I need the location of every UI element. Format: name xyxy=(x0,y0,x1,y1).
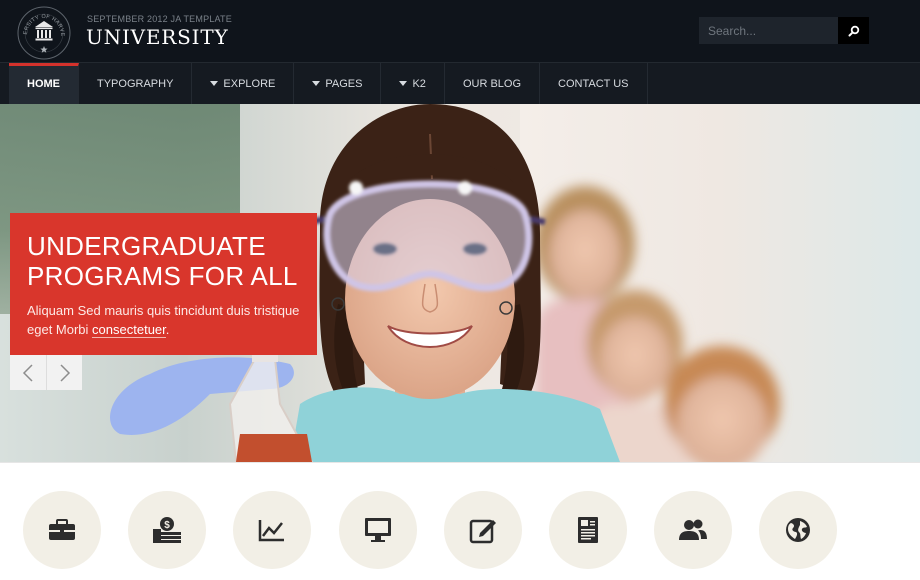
nav-item-explore[interactable]: EXPLORE xyxy=(192,63,295,104)
briefcase-icon xyxy=(49,519,75,540)
feature-chart[interactable] xyxy=(233,491,311,569)
slider-next-button[interactable] xyxy=(46,355,82,390)
hero-slider: UNDERGRADUATE PROGRAMS FOR ALL Aliquam S… xyxy=(0,104,920,462)
nav-label: PAGES xyxy=(325,77,363,90)
feature-monitor[interactable] xyxy=(339,491,417,569)
hero-text: . xyxy=(165,322,170,337)
chevron-left-icon xyxy=(22,363,33,382)
search-input[interactable] xyxy=(699,17,838,44)
nav-item-contact-us[interactable]: CONTACT US xyxy=(540,63,648,104)
hero-caption: UNDERGRADUATE PROGRAMS FOR ALL Aliquam S… xyxy=(10,213,317,355)
nav-label: TYPOGRAPHY xyxy=(97,77,174,90)
document-icon xyxy=(578,517,598,543)
hero-link[interactable]: consectetuer xyxy=(92,322,166,338)
nav-label: OUR BLOG xyxy=(462,77,522,90)
hero-title-line: PROGRAMS FOR ALL xyxy=(27,261,298,291)
hero-description: Aliquam Sed mauris quis tincidunt duis t… xyxy=(27,301,300,339)
feature-document[interactable] xyxy=(549,491,627,569)
edit-icon xyxy=(469,519,496,544)
nav-item-pages[interactable]: PAGES xyxy=(294,63,382,104)
nav-item-typography[interactable]: TYPOGRAPHY xyxy=(79,63,193,104)
nav-label: EXPLORE xyxy=(223,77,276,90)
hero-title-line: UNDERGRADUATE xyxy=(27,231,266,261)
feature-money[interactable]: $ xyxy=(128,491,206,569)
globe-icon xyxy=(786,518,810,542)
site-header: UNIVERSITY OF HARVERDE SEPTEMBER 2012 JA… xyxy=(0,0,920,62)
users-icon xyxy=(679,519,707,540)
safety-goggles xyxy=(309,180,546,292)
nav-item-k2[interactable]: K2 xyxy=(381,63,445,104)
nav-label: CONTACT US xyxy=(558,77,629,90)
feature-briefcase[interactable] xyxy=(23,491,101,569)
caret-down-icon xyxy=(312,81,321,86)
svg-text:$: $ xyxy=(164,520,170,531)
university-seal-logo[interactable]: UNIVERSITY OF HARVERDE xyxy=(16,5,72,61)
site-tagline: SEPTEMBER 2012 JA TEMPLATE xyxy=(87,14,232,24)
feature-edit[interactable] xyxy=(444,491,522,569)
caret-down-icon xyxy=(210,81,219,86)
nav-item-our-blog[interactable]: OUR BLOG xyxy=(445,63,541,104)
nav-label: K2 xyxy=(412,77,426,90)
slider-prev-button[interactable] xyxy=(10,355,46,390)
caret-down-icon xyxy=(399,81,408,86)
nav-label: HOME xyxy=(27,77,60,90)
search-button[interactable] xyxy=(838,17,869,44)
feature-users[interactable] xyxy=(654,491,732,569)
monitor-icon xyxy=(365,518,391,542)
chart-icon xyxy=(258,520,284,542)
hero-title: UNDERGRADUATE PROGRAMS FOR ALL xyxy=(27,231,300,291)
feature-icons-row: $ xyxy=(0,462,920,580)
chevron-right-icon xyxy=(59,363,70,382)
feature-globe[interactable] xyxy=(759,491,837,569)
nav-item-home[interactable]: HOME xyxy=(9,63,79,104)
site-title[interactable]: UNIVERSITY xyxy=(86,25,229,49)
search-icon xyxy=(848,25,859,36)
main-navigation: HOME TYPOGRAPHY EXPLORE PAGES K2 OUR BLO… xyxy=(0,62,920,104)
money-icon: $ xyxy=(153,517,181,543)
